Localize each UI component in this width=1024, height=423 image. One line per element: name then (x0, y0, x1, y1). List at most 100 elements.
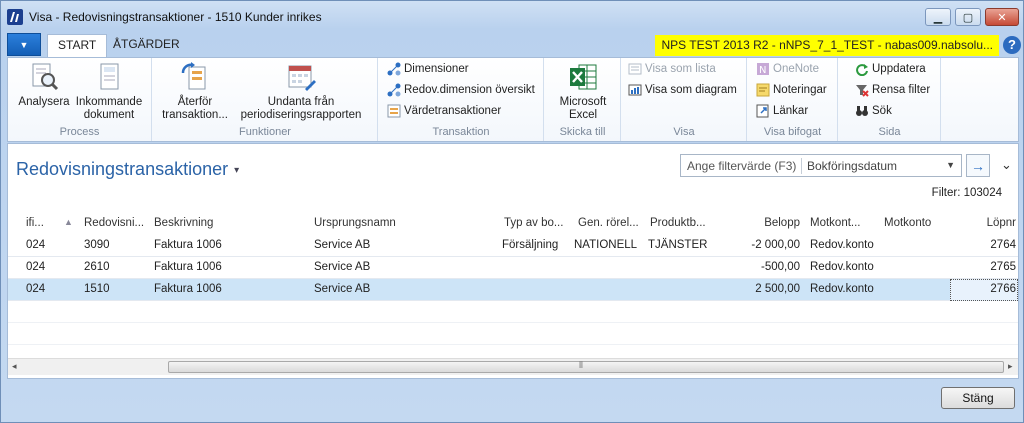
empty-row (8, 301, 1018, 323)
reverse-transaction-label-line1: Återför (177, 96, 213, 108)
column-header-bal-account[interactable]: Motkonto (884, 217, 931, 229)
column-header-bal-account-type[interactable]: Motkont... (810, 217, 861, 229)
group-label-send-to: Skicka till (559, 126, 606, 138)
incoming-documents-label-line1: Inkommande (75, 96, 143, 108)
analyze-label: Analysera (18, 96, 70, 108)
window: Visa - Redovisningstransaktioner - 1510 … (0, 0, 1024, 423)
scrollbar-thumb[interactable]: ⦀ (168, 360, 1004, 373)
tab-actions[interactable]: ÅTGÄRDER (103, 34, 190, 57)
group-label-view: Visa (673, 126, 695, 138)
notes-label: Noteringar (773, 84, 827, 96)
excel-label-line1: Microsoft (559, 96, 607, 108)
show-as-list-label: Visa som lista (645, 63, 716, 75)
ribbon-group-transaction: Dimensioner Redov.dimension översikt Vär… (379, 58, 544, 141)
show-as-list-button[interactable]: Visa som lista (628, 60, 716, 78)
reverse-transaction-icon (181, 62, 206, 90)
column-header-amount[interactable]: Belopp (732, 217, 800, 229)
onenote-button[interactable]: N OneNote (756, 60, 819, 78)
cell-bal-account-type: Redov.konto (810, 261, 874, 273)
value-entries-icon (387, 104, 401, 118)
cell-amount: -2 000,00 (751, 239, 800, 251)
cell-source-name: Service AB (314, 283, 371, 295)
exclude-label-line2: periodiseringsrapporten (240, 109, 362, 121)
scroll-left-icon[interactable]: ◂ (12, 361, 17, 372)
column-header-entry-no[interactable]: Löpnr (950, 217, 1016, 229)
export-excel-button[interactable]: Microsoft Excel (547, 61, 619, 122)
help-icon[interactable]: ? (1003, 36, 1021, 54)
link-icon (756, 104, 769, 118)
column-header-gen-bus-group[interactable]: Gen. rörel... (578, 217, 639, 229)
close-button[interactable]: Stäng (941, 387, 1015, 409)
table-row[interactable]: 024 3090 Faktura 1006 Service AB Försälj… (8, 235, 1018, 257)
column-header-account[interactable]: Redovisni... (84, 217, 144, 229)
group-label-process: Process (59, 126, 100, 138)
cell-entry-no: 2766 (990, 283, 1016, 295)
gl-dimension-overview-label: Redov.dimension översikt (404, 84, 535, 96)
close-icon: ✕ (997, 11, 1007, 24)
cell-date: 024 (26, 261, 46, 273)
application-menu-button[interactable]: ▼ (7, 33, 41, 56)
cell-account: 1510 (84, 283, 110, 295)
app-logo-icon[interactable] (7, 9, 23, 25)
caret-down-icon: ▾ (234, 164, 240, 176)
column-header-posting-type[interactable]: Typ av bo... (504, 217, 563, 229)
cell-entry-no: 2765 (990, 261, 1016, 273)
refresh-icon (856, 64, 868, 76)
column-header-description[interactable]: Beskrivning (154, 217, 213, 229)
minimize-button[interactable]: ▁ (925, 8, 951, 26)
table-row[interactable]: 024 2610 Faktura 1006 Service AB -500,00… (8, 257, 1018, 279)
dropdown-arrow-icon[interactable]: ▼ (946, 160, 955, 170)
search-button[interactable]: Sök (855, 102, 892, 120)
filter-divider (801, 158, 802, 174)
ribbon-group-view: Visa som lista Visa som diagram Visa (622, 58, 747, 141)
incoming-documents-button[interactable]: Inkommande dokument (72, 61, 146, 122)
links-button[interactable]: Länkar (756, 102, 808, 120)
column-header-product-group[interactable]: Produktb... (650, 217, 706, 229)
chart-icon (628, 84, 642, 96)
group-label-show-attached: Visa bifogat (763, 126, 822, 138)
filter-field-select[interactable]: Bokföringsdatum (807, 159, 897, 173)
notes-button[interactable]: Noteringar (756, 81, 827, 99)
incoming-documents-label-line2: dokument (83, 109, 135, 121)
scroll-right-icon[interactable]: ▸ (1008, 361, 1013, 372)
cell-account: 3090 (84, 239, 110, 251)
sort-ascending-icon[interactable]: ▲ (64, 217, 73, 227)
filter-summary: Filter: 103024 (931, 187, 1002, 199)
arrow-right-icon: → (971, 157, 985, 174)
tab-start[interactable]: START (47, 34, 108, 57)
filter-input[interactable]: Ange filtervärde (F3) Bokföringsdatum ▼ (680, 154, 962, 177)
analyze-button[interactable]: Analysera (14, 61, 74, 109)
column-header-source-name[interactable]: Ursprungsnamn (314, 217, 396, 229)
clear-filter-button[interactable]: Rensa filter (855, 81, 930, 99)
group-label-transaction: Transaktion (432, 126, 490, 138)
cell-description: Faktura 1006 (154, 239, 222, 251)
horizontal-scrollbar[interactable]: ◂ ⦀ ▸ (8, 358, 1018, 375)
value-entries-button[interactable]: Värdetransaktioner (387, 102, 501, 120)
dimensions-icon (387, 62, 401, 76)
refresh-button[interactable]: Uppdatera (855, 60, 926, 78)
cell-product-group: TJÄNSTER (648, 239, 708, 251)
binoculars-icon (856, 106, 868, 116)
empty-row (8, 323, 1018, 345)
analyze-icon (32, 63, 59, 91)
apply-filter-button[interactable]: → (966, 154, 990, 177)
cell-bal-account-type: Redov.konto (810, 239, 874, 251)
exclude-from-deferral-report-button[interactable]: Undanta från periodiseringsrapporten (235, 61, 367, 122)
title-bar: Visa - Redovisningstransaktioner - 1510 … (1, 1, 1023, 32)
dimensions-button[interactable]: Dimensioner (387, 60, 469, 78)
cell-bal-account-type: Redov.konto (810, 283, 874, 295)
reverse-transaction-button[interactable]: Återför transaktion... (159, 61, 231, 122)
show-as-chart-button[interactable]: Visa som diagram (628, 81, 737, 99)
column-header-date[interactable]: ifi... (26, 217, 44, 229)
cell-gen-bus-group: NATIONELL (574, 239, 638, 251)
maximize-button[interactable]: ▢ (955, 8, 981, 26)
show-as-chart-label: Visa som diagram (645, 84, 737, 96)
page-title[interactable]: Redovisningstransaktioner ▾ (16, 159, 239, 180)
grid-header: ifi... ▲ Redovisni... Beskrivning Urspru… (8, 213, 1018, 235)
collapse-filter-chevron-icon[interactable]: ⌄ (1001, 157, 1012, 173)
page-title-text: Redovisningstransaktioner (16, 159, 229, 179)
excel-label-line2: Excel (568, 109, 598, 121)
gl-dimension-overview-button[interactable]: Redov.dimension översikt (387, 81, 535, 99)
close-window-button[interactable]: ✕ (985, 8, 1019, 26)
table-row-selected[interactable]: 024 1510 Faktura 1006 Service AB 2 500,0… (8, 279, 1018, 301)
